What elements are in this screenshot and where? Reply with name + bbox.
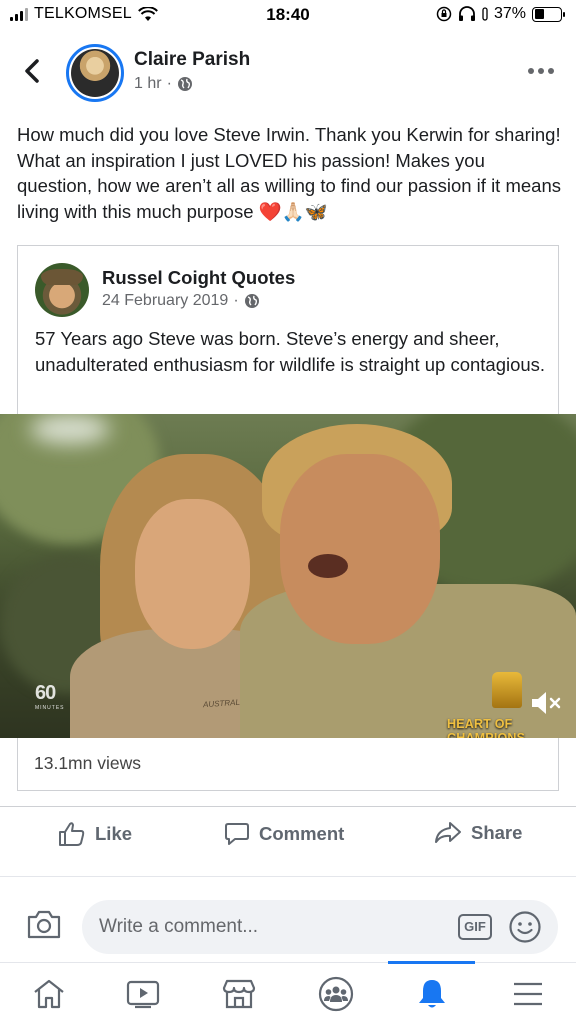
bottom-navigation	[0, 961, 576, 1024]
nav-watch[interactable]	[124, 975, 162, 1013]
like-button[interactable]: Like	[58, 821, 132, 847]
video-badge: HEART OF CHAMPIONS	[447, 717, 526, 738]
meta-separator: ·	[233, 292, 239, 309]
shared-post-meta: 24 February 2019 ·	[102, 292, 260, 310]
post-actions: Like Comment Share	[0, 806, 576, 866]
gif-button[interactable]: GIF	[458, 914, 492, 940]
globe-icon	[244, 294, 259, 308]
sixty-minutes-logo: 60 MINUTES	[35, 682, 65, 711]
status-bar: TELKOMSEL 18:40 37%	[0, 0, 576, 30]
author-avatar[interactable]	[66, 44, 124, 102]
nav-home[interactable]	[30, 975, 68, 1013]
comment-label: Comment	[259, 823, 345, 844]
share-button[interactable]: Share	[434, 821, 522, 845]
video-play-icon	[126, 980, 160, 1009]
post-text: How much did you love Steve Irwin. Thank…	[17, 124, 561, 222]
emoji-icon[interactable]	[508, 910, 542, 944]
trophy-icon	[492, 672, 522, 708]
view-count: 13.1mn views	[34, 753, 141, 773]
like-icon	[59, 822, 85, 846]
nav-groups[interactable]	[317, 975, 355, 1013]
bell-icon	[419, 980, 445, 1008]
post-time[interactable]: 1 hr	[134, 75, 162, 93]
battery-icon	[532, 6, 565, 22]
shared-author-avatar[interactable]	[35, 263, 89, 317]
screen-lock-icon	[436, 6, 452, 22]
menu-icon	[514, 982, 542, 1006]
headphones-icon	[458, 6, 475, 21]
globe-icon	[177, 77, 192, 91]
mute-icon[interactable]	[530, 689, 564, 717]
active-tab-indicator	[388, 961, 475, 964]
shared-post-text: 57 Years ago Steve was born. Steve’s ene…	[35, 328, 546, 375]
like-label: Like	[95, 823, 133, 844]
meta-separator: ·	[166, 75, 172, 92]
comment-button[interactable]: Comment	[224, 821, 344, 847]
nav-notifications[interactable]	[413, 975, 451, 1013]
back-arrow-icon[interactable]	[20, 56, 44, 86]
section-divider	[0, 876, 576, 886]
share-icon	[435, 822, 461, 843]
post-header: Claire Parish 1 hr ·	[0, 38, 576, 108]
author-name[interactable]: Claire Parish	[134, 49, 250, 71]
camera-icon[interactable]	[26, 908, 62, 940]
comment-composer: GIF	[0, 888, 576, 962]
groups-icon	[318, 976, 354, 1012]
alarm-icon	[482, 7, 488, 21]
marketplace-icon	[222, 979, 256, 1009]
home-icon	[34, 979, 64, 1009]
post-meta: 1 hr ·	[134, 75, 193, 93]
video-player[interactable]: AUSTRALIA ZOO 60 MINUTES HEART OF CHAMPI…	[0, 414, 576, 738]
shared-post-date[interactable]: 24 February 2019	[102, 292, 228, 310]
comment-icon	[225, 823, 249, 845]
share-label: Share	[471, 822, 523, 843]
battery-percent: 37%	[493, 5, 526, 22]
more-options-icon[interactable]	[528, 64, 554, 78]
shared-author-name[interactable]: Russel Coight Quotes	[102, 267, 295, 289]
nav-menu[interactable]	[509, 975, 547, 1013]
nav-marketplace[interactable]	[220, 975, 258, 1013]
